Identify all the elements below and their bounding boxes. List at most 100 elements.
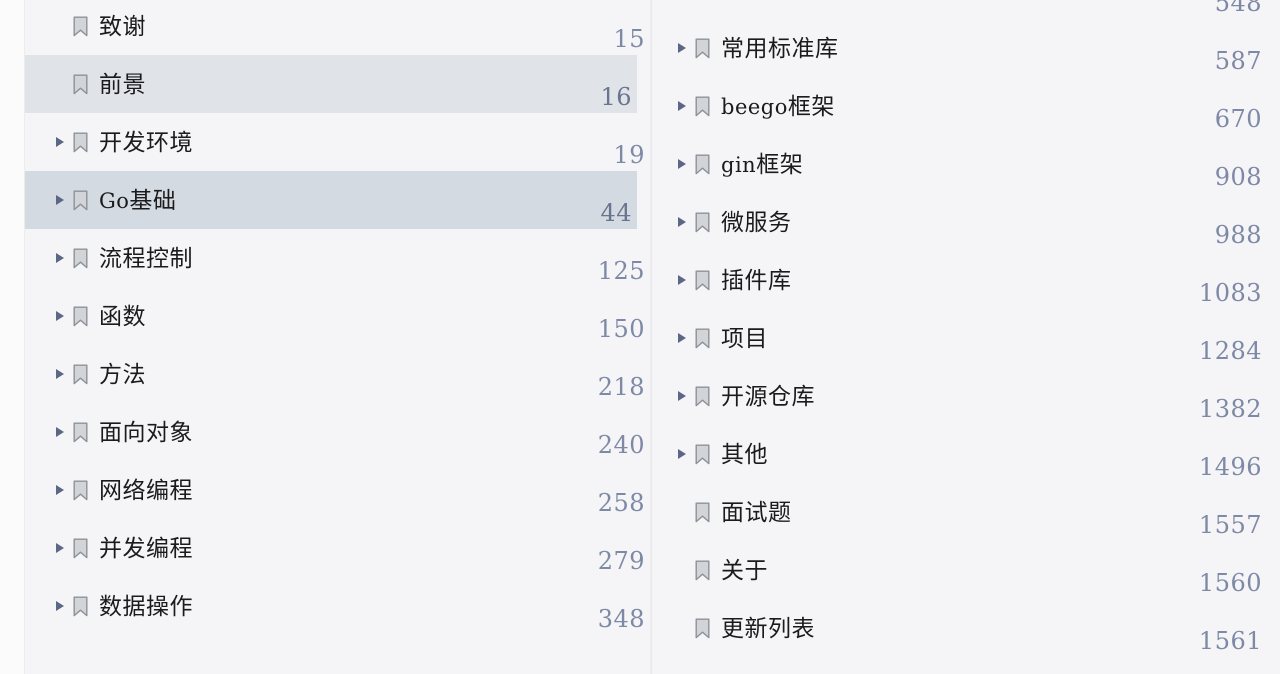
bookmark-icon [695,618,710,639]
left-gutter [0,0,25,674]
toc-page-number: 240 [597,431,645,459]
toc-entry-label: 更新列表 [721,614,815,641]
caret-right-icon[interactable] [52,308,68,324]
toc-entry[interactable]: 方法 218 [25,345,650,403]
toc-entry[interactable]: 其他 1496 [652,425,1280,483]
caret-right-icon[interactable] [52,598,68,614]
toc-page-number: 150 [597,315,645,343]
caret-right-icon[interactable] [52,192,68,208]
caret-right-icon[interactable] [674,330,690,346]
bookmark-icon [73,190,88,211]
toc-entry-label: 数据操作 [99,592,193,619]
toc-entry-label: 面向对象 [99,418,193,445]
bookmark-icon [73,596,88,617]
toc-entry[interactable]: 面试题 1557 [652,483,1280,541]
toc-list-left: 致谢 15 前景 16 开发环境 19 Go基础 44 流程控制 125 函数 150 方法 218 面向对… [25,0,650,635]
toc-page-number: 258 [597,489,645,517]
toc-page-number: 19 [613,141,645,169]
toc-entry-label: Go基础 [99,186,177,213]
caret-placeholder [674,562,690,578]
caret-right-icon[interactable] [674,272,690,288]
toc-page-number: 670 [1214,105,1262,133]
bookmark-icon [695,444,710,465]
caret-right-icon[interactable] [674,156,690,172]
caret-right-icon[interactable] [52,424,68,440]
toc-entry[interactable]: 面向对象 240 [25,403,650,461]
bookmark-icon [695,212,710,233]
caret-right-icon[interactable] [674,40,690,56]
toc-entry[interactable]: beego框架 670 [652,77,1280,135]
caret-right-icon[interactable] [52,134,68,150]
bookmark-icon [695,96,710,117]
bookmark-icon [695,154,710,175]
toc-entry-label: 插件库 [721,266,792,293]
bookmark-icon [73,132,88,153]
toc-entry-label: 常用标准库 [721,34,839,61]
toc-page-number: 1382 [1198,395,1262,423]
toc-entry-label: 并发编程 [99,534,193,561]
toc-entry[interactable]: 微服务 988 [652,193,1280,251]
toc-entry-label: gin框架 [721,150,804,177]
toc-list-right: 548 常用标准库 587 beego框架 670 gin框架 908 微服务 988 插件库 10… [652,0,1280,657]
toc-entry[interactable]: 数据操作 348 [25,577,650,635]
toc-entry[interactable]: 函数 150 [25,287,650,345]
caret-right-icon[interactable] [674,446,690,462]
toc-entry[interactable]: 项目 1284 [652,309,1280,367]
toc-entry-label: 项目 [721,324,768,351]
caret-right-icon[interactable] [674,214,690,230]
toc-entry[interactable]: 致谢 15 [25,0,650,55]
caret-right-icon[interactable] [674,388,690,404]
toc-entry-clipped[interactable]: 548 [652,0,1280,19]
toc-entry-label-cjk: 框架 [787,92,835,119]
toc-entry[interactable]: 流程控制 125 [25,229,650,287]
toc-entry[interactable]: 前景 16 [25,55,637,113]
toc-entry[interactable]: 网络编程 258 [25,461,650,519]
toc-entry-label-cjk: 基础 [129,186,177,213]
toc-page-number: 1496 [1198,453,1262,481]
toc-entry[interactable]: 常用标准库 587 [652,19,1280,77]
caret-right-icon[interactable] [52,366,68,382]
caret-right-icon[interactable] [52,250,68,266]
bookmark-icon [695,38,710,59]
toc-entry[interactable]: 并发编程 279 [25,519,650,577]
toc-column-left: 致谢 15 前景 16 开发环境 19 Go基础 44 流程控制 125 函数 150 方法 218 面向对… [25,0,650,674]
bookmark-icon [695,386,710,407]
caret-placeholder [52,76,68,92]
toc-page-number: 548 [1214,0,1262,17]
toc-entry-label: 函数 [99,302,146,329]
caret-right-icon[interactable] [52,540,68,556]
toc-page-number: 15 [613,25,645,53]
toc-column-right: 548 常用标准库 587 beego框架 670 gin框架 908 微服务 988 插件库 10… [652,0,1280,674]
bookmark-icon [695,270,710,291]
caret-right-icon[interactable] [52,482,68,498]
bookmark-icon [73,306,88,327]
toc-page-number: 348 [597,605,645,633]
toc-page-number: 44 [600,199,632,227]
bookmark-icon [73,422,88,443]
toc-entry-label-cjk: 框架 [756,150,804,177]
caret-placeholder [52,18,68,34]
toc-entry-label: 前景 [99,70,146,97]
toc-page-number: 587 [1214,47,1262,75]
toc-entry[interactable]: 更新列表 1561 [652,599,1280,657]
bookmark-icon [73,248,88,269]
toc-entry[interactable]: gin框架 908 [652,135,1280,193]
bookmark-icon [695,328,710,349]
toc-page-number: 279 [597,547,645,575]
toc-entry[interactable]: 插件库 1083 [652,251,1280,309]
toc-entry-label: 其他 [721,440,768,467]
caret-right-icon[interactable] [674,98,690,114]
toc-entry[interactable]: Go基础 44 [25,171,637,229]
toc-entry[interactable]: 开发环境 19 [25,113,650,171]
caret-placeholder [674,504,690,520]
toc-entry-label: 面试题 [721,498,792,525]
bookmark-icon [73,480,88,501]
toc-page-number: 1557 [1198,511,1262,539]
toc-entry-label: beego框架 [721,92,835,119]
toc-entry[interactable]: 关于 1560 [652,541,1280,599]
toc-entry-label: 关于 [721,556,768,583]
toc-page-number: 1284 [1198,337,1262,365]
toc-entry[interactable]: 开源仓库 1382 [652,367,1280,425]
toc-page-number: 988 [1214,221,1262,249]
toc-entry-label: 网络编程 [99,476,193,503]
